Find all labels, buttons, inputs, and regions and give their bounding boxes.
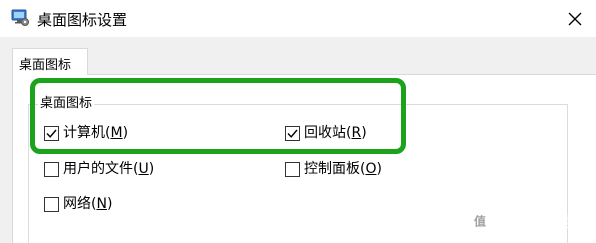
checkbox-recycle-bin[interactable]: 回收站(R) [285,125,367,141]
checkmark-icon [287,129,298,138]
checkmark-icon [46,129,57,138]
checkbox-box[interactable] [44,161,59,177]
desktop-settings-icon [10,7,30,27]
checkbox-label: 控制面板(O) [304,161,382,177]
title-bar: 桌面图标设置 [0,0,596,37]
close-button[interactable] [556,4,594,34]
checkbox-box[interactable] [44,196,59,212]
smzdm-logo-icon: 值 [468,209,492,233]
checkbox-box[interactable] [44,125,59,141]
svg-text:值: 值 [474,214,486,229]
checkbox-computer[interactable]: 计算机(M) [44,125,128,141]
close-icon [568,12,582,26]
checkbox-box[interactable] [285,161,300,177]
checkbox-user-files[interactable]: 用户的文件(U) [44,161,154,177]
checkbox-label: 网络(N) [63,196,113,212]
checkbox-control-panel[interactable]: 控制面板(O) [285,161,382,177]
tab-desktop-icons[interactable]: 桌面图标 [12,48,88,75]
checkbox-label: 用户的文件(U) [63,161,155,177]
watermark: 值 什么值得买 [468,209,578,233]
window-title: 桌面图标设置 [37,11,128,29]
group-legend: 桌面图标 [38,92,95,111]
checkbox-network[interactable]: 网络(N) [44,196,112,212]
checkbox-box[interactable] [285,125,300,141]
watermark-text: 什么值得买 [498,213,579,232]
checkbox-label: 计算机(M) [63,125,129,141]
checkbox-label: 回收站(R) [304,125,367,141]
